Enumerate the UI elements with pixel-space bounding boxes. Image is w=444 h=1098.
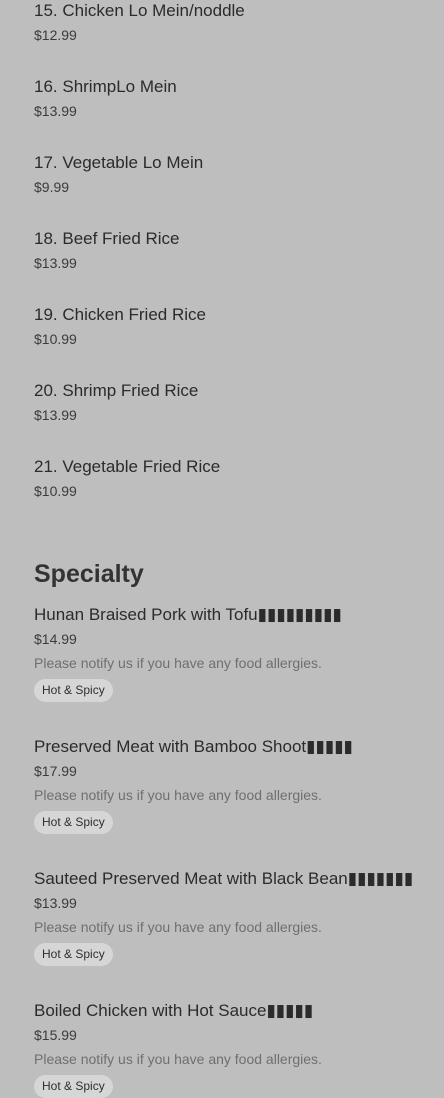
- menu-item[interactable]: 16. ShrimpLo Mein $13.99: [34, 76, 434, 120]
- menu-item-price: $17.99: [34, 763, 77, 779]
- menu-item-name: Hunan Braised Pork with Tofu▮▮▮▮▮▮▮▮▮: [34, 605, 342, 624]
- hot-spicy-badge: Hot & Spicy: [34, 1075, 113, 1098]
- menu-item-name: 16. ShrimpLo Mein: [34, 77, 177, 96]
- menu-item-price: $12.99: [34, 27, 77, 43]
- menu-item-name: 15. Chicken Lo Mein/noddle: [34, 1, 245, 20]
- hot-spicy-badge: Hot & Spicy: [34, 811, 113, 834]
- menu-item-price: $9.99: [34, 179, 70, 195]
- menu-item[interactable]: 21. Vegetable Fried Rice $10.99: [34, 456, 434, 500]
- menu-item-price: $13.99: [34, 895, 77, 911]
- menu-item[interactable]: 15. Chicken Lo Mein/noddle $12.99: [34, 0, 434, 44]
- menu-item-price: $14.99: [34, 631, 77, 647]
- menu-item-price: $10.99: [34, 331, 77, 347]
- hot-spicy-badge: Hot & Spicy: [34, 943, 113, 966]
- menu-item[interactable]: 17. Vegetable Lo Mein $9.99: [34, 152, 434, 196]
- menu-item-name: 20. Shrimp Fried Rice: [34, 381, 199, 400]
- menu-page: 15. Chicken Lo Mein/noddle $12.99 16. Sh…: [0, 0, 444, 1098]
- allergy-note: Please notify us if you have any food al…: [34, 1051, 322, 1067]
- section-title-specialty: Specialty: [34, 560, 144, 588]
- menu-item-name: 17. Vegetable Lo Mein: [34, 153, 204, 172]
- allergy-note: Please notify us if you have any food al…: [34, 787, 322, 803]
- hot-spicy-badge: Hot & Spicy: [34, 679, 113, 702]
- menu-item-name: Sauteed Preserved Meat with Black Bean▮▮…: [34, 869, 414, 888]
- menu-item-price: $15.99: [34, 1027, 77, 1043]
- specialty-item[interactable]: Sauteed Preserved Meat with Black Bean▮▮…: [34, 868, 434, 966]
- menu-item-price: $13.99: [34, 407, 77, 423]
- allergy-note: Please notify us if you have any food al…: [34, 919, 322, 935]
- specialty-item[interactable]: Boiled Chicken with Hot Sauce▮▮▮▮▮ $15.9…: [34, 1000, 434, 1098]
- menu-item-price: $13.99: [34, 103, 77, 119]
- menu-item-price: $10.99: [34, 483, 77, 499]
- menu-item-name: 21. Vegetable Fried Rice: [34, 457, 221, 476]
- specialty-item[interactable]: Hunan Braised Pork with Tofu▮▮▮▮▮▮▮▮▮ $1…: [34, 604, 434, 702]
- allergy-note: Please notify us if you have any food al…: [34, 655, 322, 671]
- menu-item[interactable]: 19. Chicken Fried Rice $10.99: [34, 304, 434, 348]
- menu-item-name: Preserved Meat with Bamboo Shoot▮▮▮▮▮: [34, 737, 353, 756]
- menu-item-name: Boiled Chicken with Hot Sauce▮▮▮▮▮: [34, 1001, 314, 1020]
- menu-item-price: $13.99: [34, 255, 77, 271]
- menu-item-name: 18. Beef Fried Rice: [34, 229, 180, 248]
- specialty-item[interactable]: Preserved Meat with Bamboo Shoot▮▮▮▮▮ $1…: [34, 736, 434, 834]
- menu-item-name: 19. Chicken Fried Rice: [34, 305, 206, 324]
- menu-item[interactable]: 20. Shrimp Fried Rice $13.99: [34, 380, 434, 424]
- menu-item[interactable]: 18. Beef Fried Rice $13.99: [34, 228, 434, 272]
